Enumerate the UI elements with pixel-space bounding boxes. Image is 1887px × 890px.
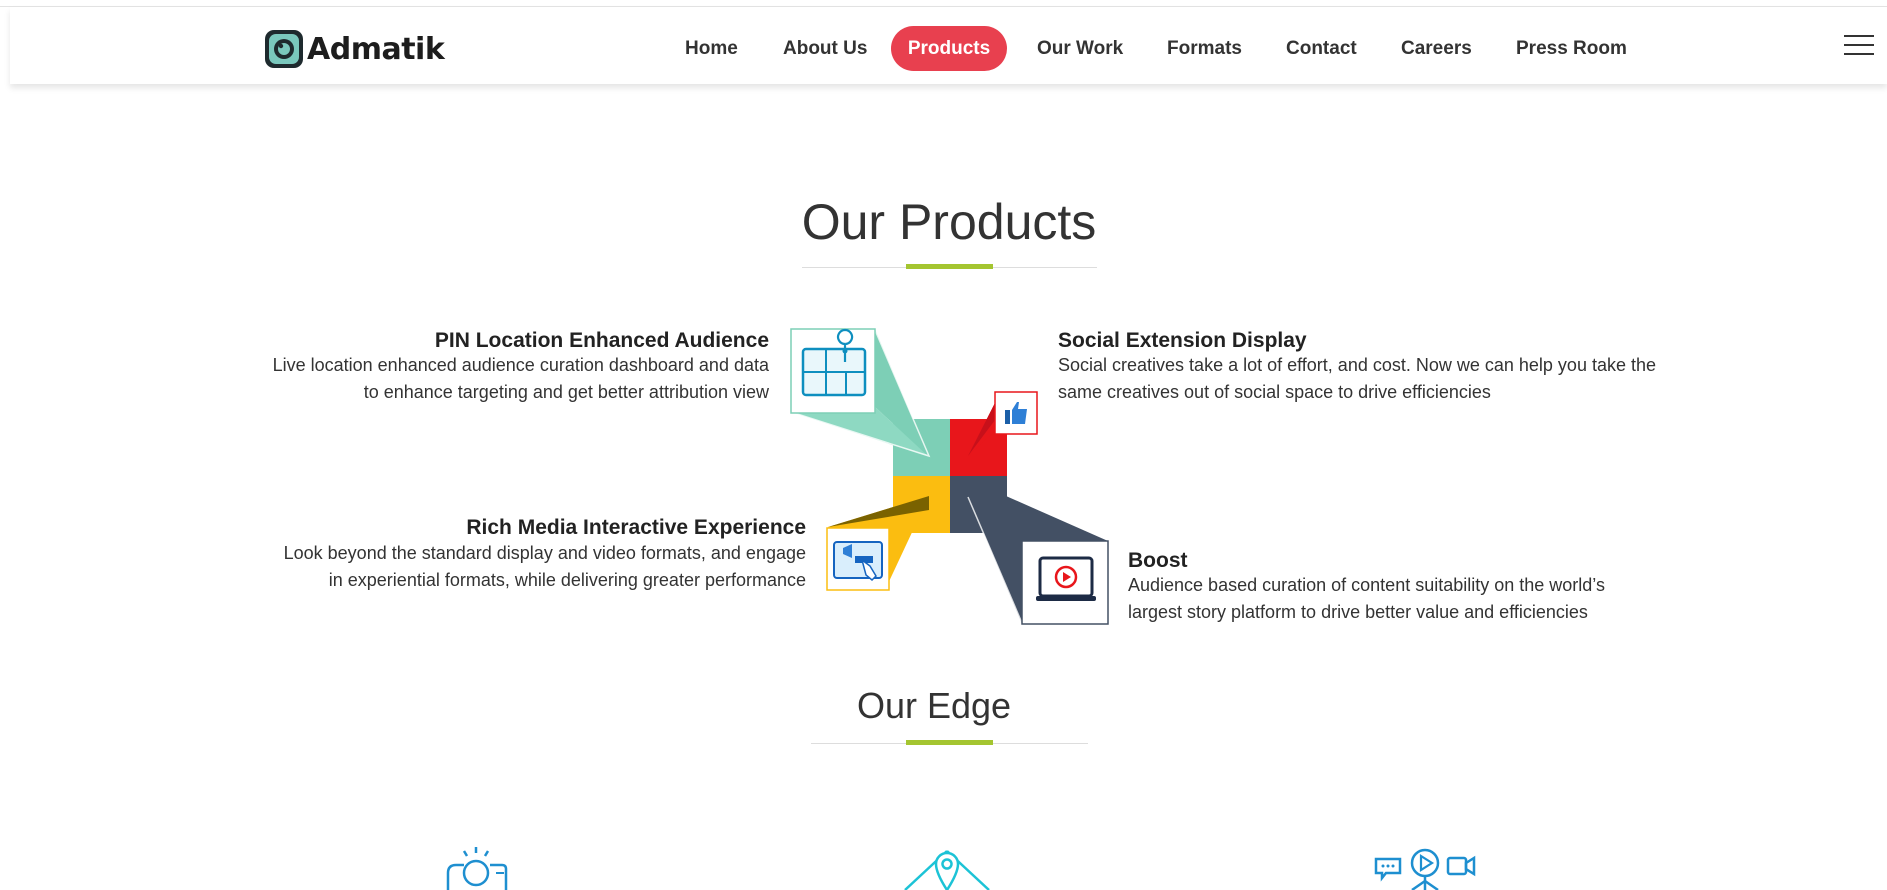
products-diagram: [790, 328, 1109, 625]
quadrant-navy: [950, 476, 1007, 533]
products-heading: Our Products: [801, 194, 1097, 250]
top-navbar: Admatik Home About Us Products Our Work …: [10, 7, 1887, 84]
edge-heading: Our Edge: [856, 685, 1012, 726]
edge-heading-accent: [906, 740, 993, 745]
nav-careers[interactable]: Careers: [1401, 26, 1472, 71]
nav-formats[interactable]: Formats: [1167, 26, 1242, 71]
product-title-rich-media: Rich Media Interactive Experience: [466, 516, 806, 539]
product-title-boost: Boost: [1128, 549, 1188, 572]
nav-press-room[interactable]: Press Room: [1516, 26, 1627, 71]
product-desc-pin-location: Live location enhanced audience curation…: [272, 355, 769, 402]
quadrant-red: [950, 419, 1007, 476]
product-title-social-extension: Social Extension Display: [1058, 329, 1307, 352]
product-title-pin-location: PIN Location Enhanced Audience: [434, 329, 769, 352]
product-desc-rich-media: Look beyond the standard display and vid…: [283, 543, 806, 590]
media-chat-video-icon: [1374, 848, 1476, 890]
interactive-tablet-icon: [833, 541, 883, 582]
brand-logo[interactable]: Admatik: [263, 27, 445, 71]
lightbulb-idea-icon: [446, 847, 508, 890]
logo-icon: [265, 30, 303, 68]
hamburger-menu-icon[interactable]: [1844, 35, 1874, 57]
product-desc-social-extension: Social creatives take a lot of effort, a…: [1058, 355, 1656, 402]
product-desc-boost: Audience based curation of content suita…: [1128, 575, 1605, 622]
nav-our-work[interactable]: Our Work: [1037, 26, 1123, 71]
products-heading-accent: [906, 264, 993, 269]
quadrant-yellow: [893, 476, 950, 533]
nav-products[interactable]: Products: [891, 26, 1007, 71]
nav-home[interactable]: Home: [685, 26, 738, 71]
location-pin-network-icon: [904, 850, 990, 890]
nav-contact[interactable]: Contact: [1286, 26, 1357, 71]
nav-about-us[interactable]: About Us: [783, 26, 867, 71]
video-play-icon: [1036, 556, 1096, 601]
map-pin-dashboard-icon: [801, 328, 867, 397]
thumbs-up-icon: [1005, 402, 1027, 424]
brand-name: Admatik: [307, 31, 445, 67]
quadrant-teal: [893, 419, 950, 476]
